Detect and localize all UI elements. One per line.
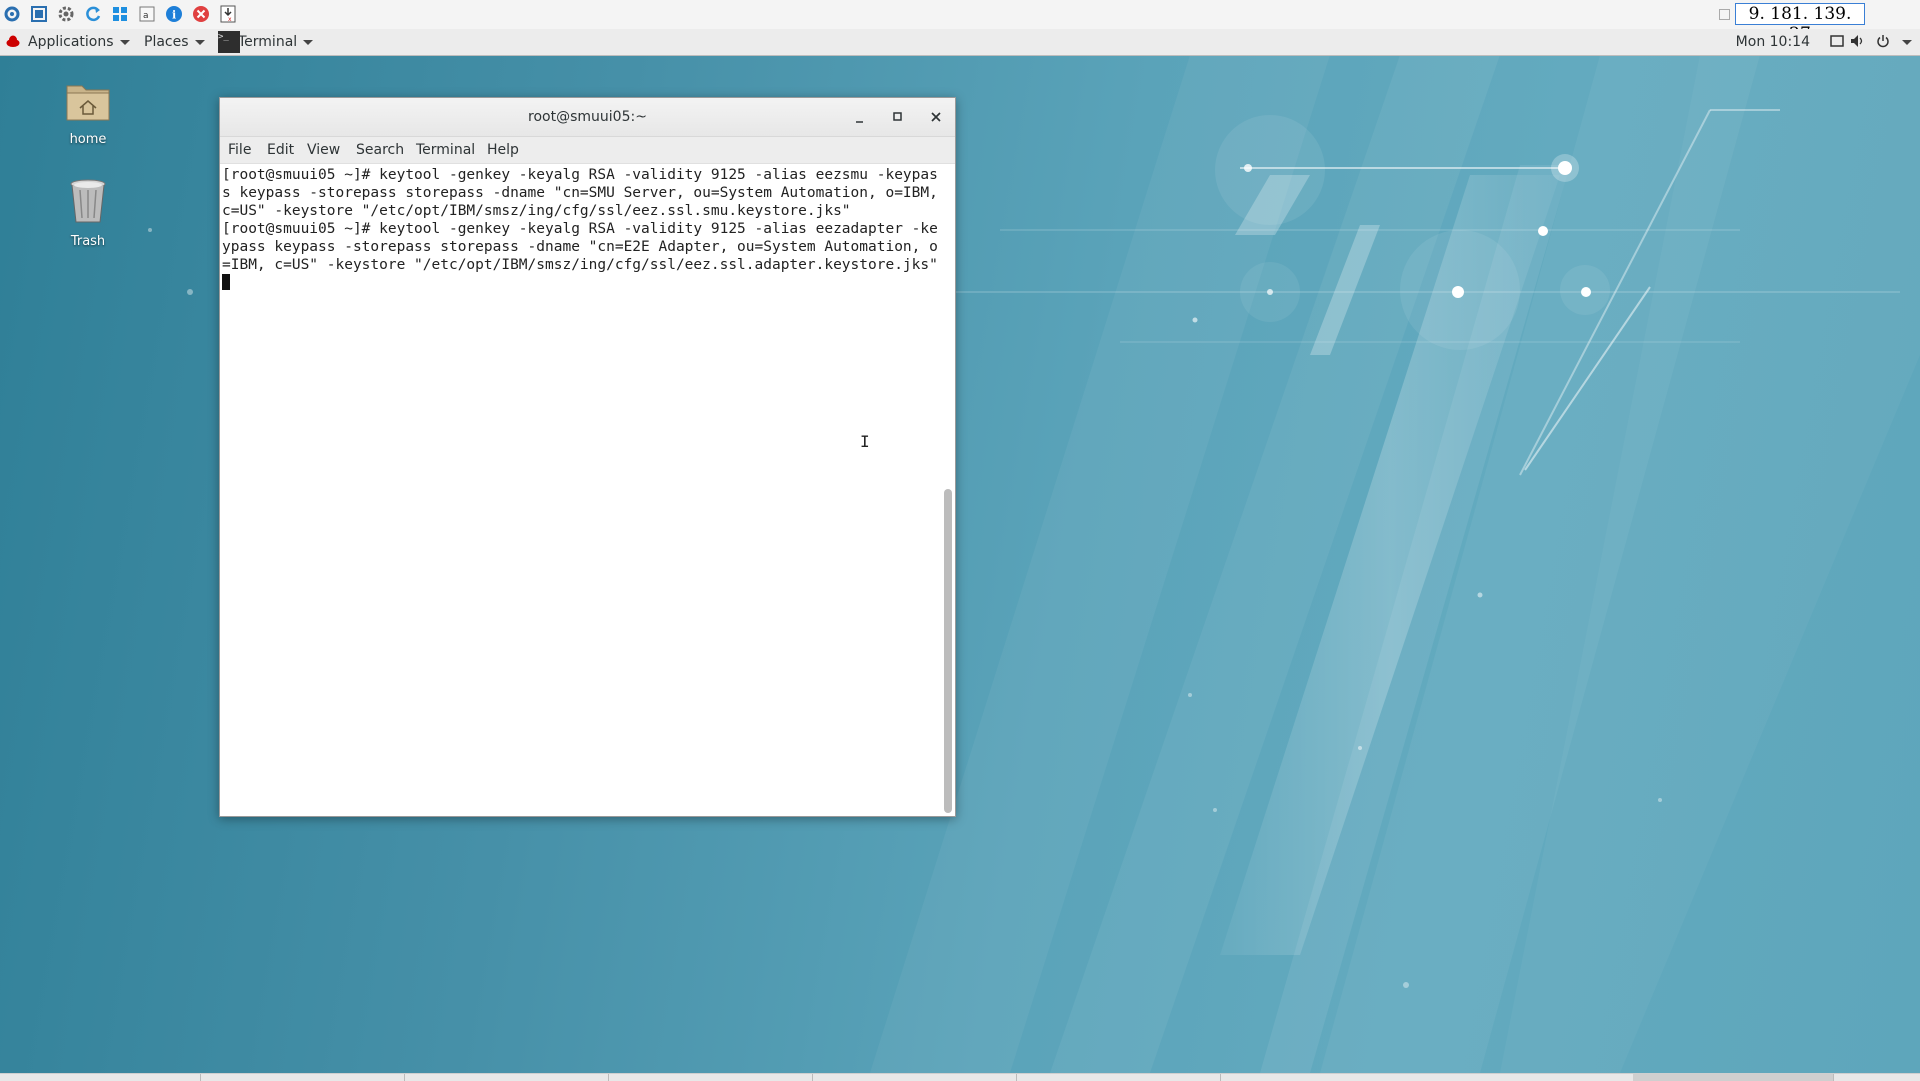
clock[interactable]: Mon 10:14	[1736, 29, 1810, 55]
terminal-line-text: [root@smuui05 ~]# keytool -genkey -keyal…	[222, 221, 938, 273]
power-icon[interactable]	[1876, 29, 1890, 55]
transfer-icon[interactable]: x	[218, 4, 238, 24]
vnc-connection-icon[interactable]	[2, 4, 22, 24]
svg-text:a: a	[143, 11, 149, 21]
menu-help[interactable]: Help	[487, 137, 519, 163]
applications-label: Applications	[28, 34, 114, 50]
terminal-app-icon: >_	[218, 31, 240, 53]
menu-terminal[interactable]: Terminal	[416, 137, 475, 163]
terminal-scrollbar[interactable]	[944, 168, 952, 813]
svg-text:i: i	[172, 9, 176, 22]
terminal-line-current: [root@smuui05 ~]# keytool -genkey -keyal…	[222, 220, 942, 292]
terminal-titlebar[interactable]: root@smuui05:~	[220, 98, 955, 137]
vnc-ip-toggle-icon[interactable]	[1719, 9, 1730, 20]
menu-file[interactable]: File	[228, 137, 251, 163]
menu-search[interactable]: Search	[356, 137, 404, 163]
home-folder-icon	[66, 85, 110, 121]
desktop-icon-trash[interactable]: Trash	[43, 176, 133, 249]
places-menu[interactable]: Places	[144, 29, 205, 55]
chevron-down-icon	[119, 39, 130, 45]
terminal-line: [root@smuui05 ~]# keytool -genkey -keyal…	[222, 167, 947, 219]
trash-icon	[70, 179, 106, 223]
desktop-icon-home[interactable]: home	[43, 78, 133, 147]
redhat-logo-icon	[6, 35, 20, 47]
terminal-output[interactable]: [root@smuui05 ~]# keytool -genkey -keyal…	[222, 166, 942, 814]
disconnect-icon[interactable]	[191, 4, 211, 24]
system-menu-chevron-icon[interactable]	[1902, 29, 1912, 55]
taskbar-terminal[interactable]: >_ Terminal	[218, 29, 314, 55]
vnc-toolbar: a i x 9. 181. 139. 27	[0, 0, 1920, 44]
chevron-down-icon	[303, 39, 314, 45]
minimize-button[interactable]	[849, 106, 871, 128]
terminal-menubar: File Edit View Search Terminal Help	[220, 137, 955, 164]
info-icon[interactable]: i	[164, 4, 184, 24]
settings-icon[interactable]	[56, 4, 76, 24]
display-icon[interactable]	[1830, 29, 1844, 55]
places-label: Places	[144, 34, 189, 50]
windows-icon[interactable]	[110, 4, 130, 24]
terminal-small-icon[interactable]: a	[137, 4, 157, 24]
desktop-icon-label: Trash	[70, 234, 106, 249]
vnc-ip-field[interactable]: 9. 181. 139. 27	[1735, 3, 1865, 44]
ibeam-cursor-icon: I	[860, 432, 870, 451]
window-title: root@smuui05:~	[528, 109, 647, 125]
menu-edit[interactable]: Edit	[267, 137, 294, 163]
volume-icon[interactable]	[1850, 29, 1866, 55]
refresh-icon[interactable]	[83, 4, 103, 24]
maximize-button[interactable]	[887, 106, 909, 128]
close-button[interactable]	[925, 106, 947, 128]
chevron-down-icon	[194, 39, 205, 45]
vnc-ip-wrapper: 9. 181. 139. 27	[1719, 3, 1865, 44]
taskbar-terminal-label: Terminal	[238, 34, 298, 50]
desktop-icon-label: home	[69, 132, 107, 147]
terminal-window: root@smuui05:~ File Edit View Search Ter…	[219, 97, 956, 817]
menu-view[interactable]: View	[307, 137, 340, 163]
svg-text:x: x	[228, 16, 232, 23]
fullscreen-icon[interactable]	[29, 4, 49, 24]
text-cursor	[222, 274, 230, 290]
scrollbar-thumb[interactable]	[944, 489, 952, 813]
applications-menu[interactable]: Applications	[6, 29, 130, 55]
